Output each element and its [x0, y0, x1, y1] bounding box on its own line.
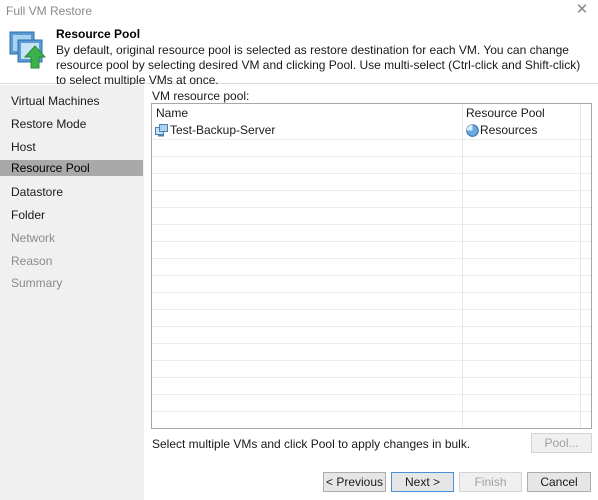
- row-divider: [152, 241, 591, 242]
- grid-label: VM resource pool:: [152, 89, 250, 103]
- sidebar-item-network: Network: [11, 231, 56, 245]
- row-divider: [152, 394, 591, 395]
- table-row[interactable]: Test-Backup-Server Resources: [152, 122, 591, 139]
- row-divider: [152, 309, 591, 310]
- row-divider: [152, 139, 591, 140]
- vm-icon: [155, 124, 168, 137]
- sidebar-item-folder[interactable]: Folder: [0, 207, 143, 223]
- row-divider: [152, 190, 591, 191]
- row-divider: [152, 156, 591, 157]
- page-title: Resource Pool: [56, 27, 141, 41]
- previous-button[interactable]: < Previous: [323, 472, 386, 492]
- grid-header: Name Resource Pool: [152, 104, 591, 122]
- sidebar-item-summary: Summary: [11, 276, 63, 290]
- wizard-steps-sidebar: Virtual Machines Restore Mode Host Resou…: [0, 85, 144, 500]
- pool-button[interactable]: Pool...: [531, 433, 592, 453]
- vm-name-cell: Test-Backup-Server: [170, 123, 276, 137]
- row-divider: [152, 258, 591, 259]
- sidebar-item-resource-pool[interactable]: Resource Pool: [0, 160, 143, 176]
- cancel-button[interactable]: Cancel: [527, 472, 591, 492]
- close-icon[interactable]: ✕: [574, 2, 590, 18]
- column-header-resource-pool[interactable]: Resource Pool: [462, 104, 580, 122]
- column-divider: [462, 104, 463, 428]
- row-divider: [152, 292, 591, 293]
- wizard-header: Resource Pool By default, original resou…: [0, 22, 598, 87]
- column-header-name[interactable]: Name: [152, 104, 462, 122]
- vm-restore-arrow-icon: [9, 31, 47, 69]
- next-button[interactable]: Next >: [391, 472, 454, 492]
- row-divider: [152, 343, 591, 344]
- finish-button[interactable]: Finish: [459, 472, 522, 492]
- page-description: By default, original resource pool is se…: [56, 43, 581, 87]
- row-divider: [152, 224, 591, 225]
- row-divider: [152, 173, 591, 174]
- sidebar-item-datastore[interactable]: Datastore: [0, 184, 143, 200]
- row-divider: [152, 326, 591, 327]
- sidebar-item-host[interactable]: Host: [0, 139, 143, 155]
- bulk-hint-text: Select multiple VMs and click Pool to ap…: [152, 437, 471, 451]
- row-divider: [152, 275, 591, 276]
- resource-pool-grid[interactable]: Name Resource Pool Test-Backup-Server Re…: [151, 103, 592, 429]
- row-divider: [152, 377, 591, 378]
- column-divider: [580, 104, 581, 428]
- resource-pool-icon: [466, 124, 479, 137]
- window-titlebar: Full VM Restore ✕: [0, 0, 598, 22]
- row-divider: [152, 360, 591, 361]
- resource-pool-cell: Resources: [480, 123, 538, 137]
- sidebar-item-reason: Reason: [11, 254, 53, 268]
- sidebar-item-virtual-machines[interactable]: Virtual Machines: [0, 93, 143, 109]
- window-title: Full VM Restore: [6, 4, 93, 18]
- row-divider: [152, 411, 591, 412]
- row-divider: [152, 207, 591, 208]
- sidebar-item-restore-mode[interactable]: Restore Mode: [0, 116, 143, 132]
